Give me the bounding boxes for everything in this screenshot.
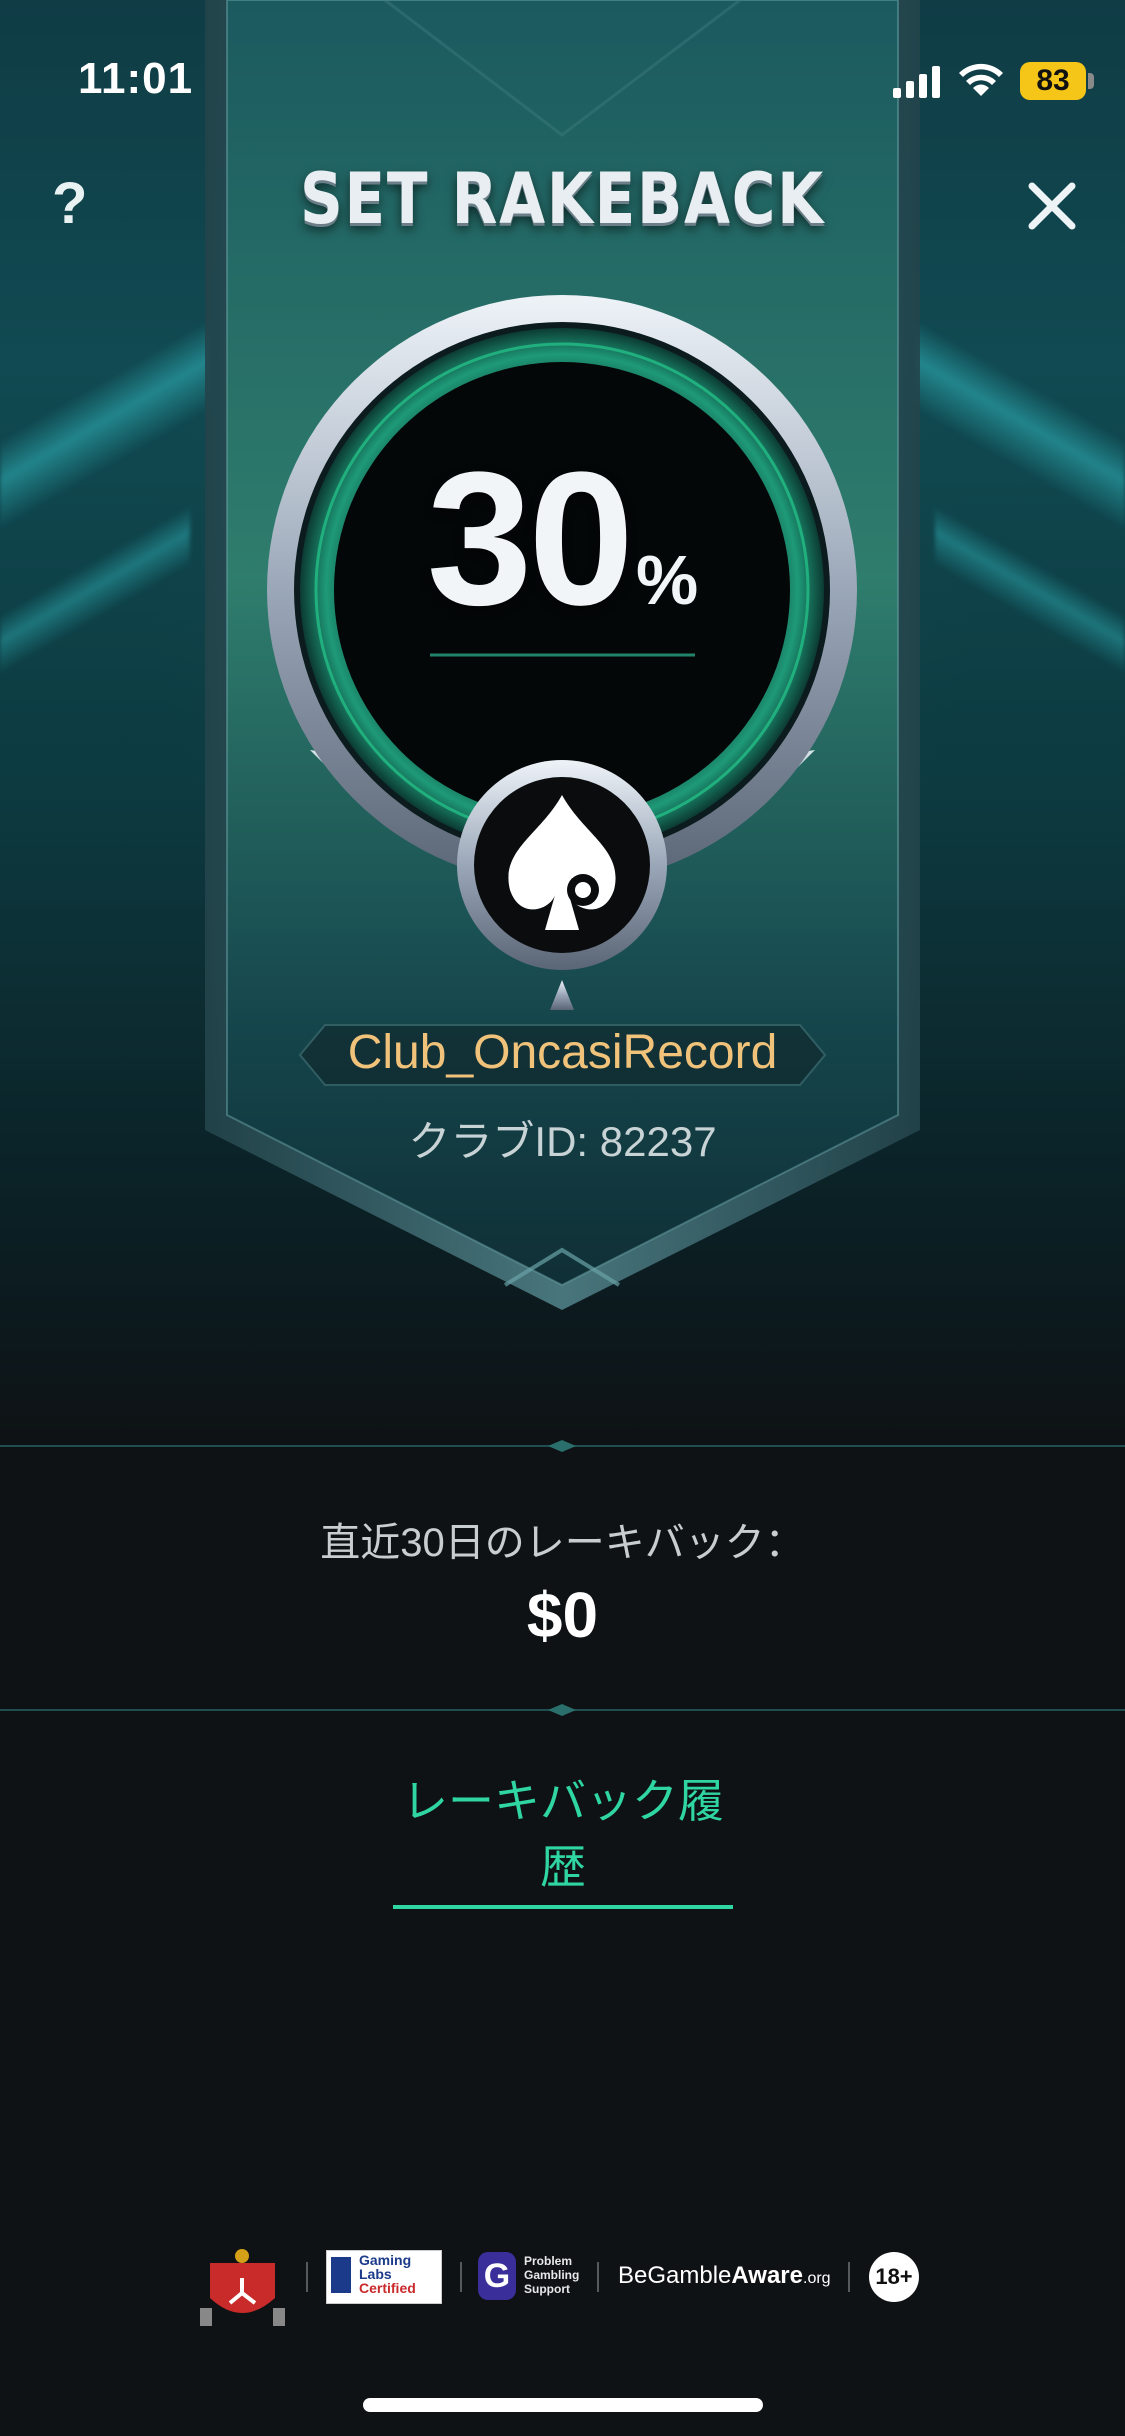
rakeback-rate: 30% xyxy=(0,430,1125,645)
status-bar: 11:01 83 xyxy=(0,0,1125,140)
gaming-labs-certified-logo: Gaming Labs Certified xyxy=(326,2250,442,2304)
problem-gambling-support-logo: G Problem Gambling Support xyxy=(478,2248,588,2304)
rakeback-medallion xyxy=(267,295,857,1010)
bga-be: BeGamble xyxy=(618,2262,732,2289)
isle-of-man-crest-icon xyxy=(200,2249,285,2326)
help-button[interactable]: ? xyxy=(52,170,87,237)
page-title: SET RAKEBACK xyxy=(299,158,825,240)
gli-line3: Certified xyxy=(359,2280,416,2296)
rakeback-30day-label: 直近30日のレーキバック： xyxy=(320,1521,805,1565)
close-icon[interactable] xyxy=(1022,176,1082,236)
pgs-line2: Gambling xyxy=(524,2268,580,2282)
rakeback-rate-unit: % xyxy=(636,541,699,619)
footer-separator xyxy=(460,2262,462,2292)
bga-org: .org xyxy=(803,2270,831,2287)
club-id: クラブID: 82237 xyxy=(408,1118,717,1165)
rakeback-30day-value: $0 xyxy=(526,1579,599,1651)
begambleaware-logo: BeGambleAware.org xyxy=(618,2262,831,2290)
home-indicator xyxy=(363,2398,763,2412)
battery-cap xyxy=(1088,73,1094,89)
footer-separator xyxy=(848,2262,850,2292)
club-name: Club_OncasiRecord xyxy=(347,1026,778,1079)
clock: 11:01 xyxy=(78,54,194,103)
rakeback-history-link[interactable]: レーキバック履歴 xyxy=(393,1765,733,1909)
footer-separator xyxy=(306,2262,308,2292)
gli-line2: Labs xyxy=(359,2266,392,2282)
signal-icon xyxy=(893,66,940,98)
gli-line1: Gaming xyxy=(359,2252,412,2268)
footer-separator xyxy=(597,2262,599,2292)
pgs-line3: Support xyxy=(524,2282,570,2296)
pgs-line1: Problem xyxy=(524,2254,573,2268)
section-divider-bottom xyxy=(0,1704,1125,1716)
bga-aware: Aware xyxy=(731,2262,803,2289)
rakeback-rate-value: 30 xyxy=(426,433,634,645)
footer-logos: Gaming Labs Certified G Problem Gambling… xyxy=(0,2240,1125,2340)
pgs-g-icon: G xyxy=(478,2252,516,2300)
section-divider-top xyxy=(0,1440,1125,1452)
battery-icon: 83 xyxy=(1020,62,1086,100)
age-18-plus-badge: 18+ xyxy=(869,2252,919,2302)
wifi-icon xyxy=(959,63,1003,96)
